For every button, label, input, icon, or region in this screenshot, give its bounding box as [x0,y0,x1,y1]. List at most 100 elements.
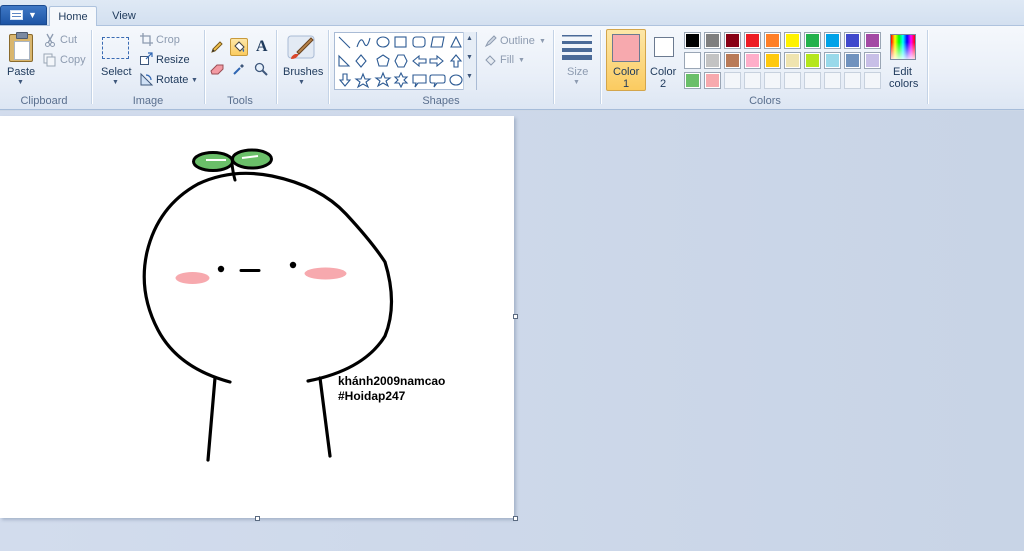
canvas-resize-handle-right[interactable] [513,314,518,319]
palette-swatch[interactable] [804,52,821,69]
palette-swatch-fill [706,74,719,87]
palette-swatch[interactable] [704,52,721,69]
star-four-shape-icon [354,72,372,89]
copy-label: Copy [60,54,86,66]
paste-label: Paste [7,66,36,78]
eraser-icon [210,64,224,75]
palette-swatch[interactable] [864,52,881,69]
palette-swatch-fill [806,54,819,67]
palette-empty-swatch[interactable] [724,72,741,89]
color1-label: Color [613,66,640,78]
palette-empty-swatch[interactable] [744,72,761,89]
palette-swatch-fill [746,54,759,67]
palette-swatch-fill [686,34,699,47]
color2-swatch [654,37,674,57]
palette-empty-swatch[interactable] [764,72,781,89]
palette-swatch-fill [866,54,879,67]
caption-line-hashtag: #Hoidap247 [338,388,406,403]
shapes-group-label: Shapes [422,95,460,107]
palette-empty-swatch[interactable] [784,72,801,89]
outline-brush-icon [484,35,497,48]
chevron-down-icon: ▼ [539,38,546,45]
clipboard-paste-icon [9,32,33,62]
shapes-gallery-scrollbar[interactable]: ▲ ▼ ▼ [463,32,476,90]
colors-group-label: Colors [749,95,781,107]
color2-label: Color [650,66,677,78]
palette-swatch[interactable] [784,32,801,49]
callout-rounded-shape-icon [429,74,446,88]
text-tool[interactable]: A [252,38,270,56]
palette-swatch[interactable] [684,72,701,89]
hexagon-shape-icon [394,54,408,68]
palette-swatch[interactable] [844,32,861,49]
drawing-canvas[interactable]: khánh2009namcao #Hoidap247 [0,116,514,518]
palette-swatch[interactable] [764,32,781,49]
palette-swatch[interactable] [804,32,821,49]
arrow-up-shape-icon [449,54,463,68]
eyedropper-icon [233,64,244,75]
arrow-left-shape-icon [412,54,427,68]
curve-shape-icon [356,37,371,48]
color-picker-tool[interactable] [230,60,248,78]
palette-swatch[interactable] [864,32,881,49]
palette-swatch-fill [726,34,739,47]
fill-tool[interactable] [230,38,248,56]
fill-label: Fill [500,54,515,66]
chevron-down-icon: ▼ [28,10,37,20]
palette-swatch-fill [786,34,799,47]
palette-swatch[interactable] [764,52,781,69]
palette-empty-swatch[interactable] [864,72,881,89]
image-group-label: Image [132,95,164,107]
palette-swatch[interactable] [704,72,721,89]
arrow-right-shape-icon [429,54,444,68]
shapes-gallery[interactable]: ▲ ▼ ▼ [334,32,477,90]
callout-oval-shape-icon [449,74,463,86]
palette-swatch[interactable] [684,32,701,49]
palette-swatch-fill [806,34,819,47]
tab-view[interactable]: View [100,6,148,27]
palette-swatch-fill [766,54,779,67]
triangle-shape-icon [450,35,462,48]
group-separator [553,30,554,104]
palette-empty-swatch[interactable] [824,72,841,89]
edit-colors-label-2: colors [889,78,919,90]
palette-swatch[interactable] [824,32,841,49]
chevron-up-icon: ▲ [466,35,473,42]
canvas-resize-handle-bottom[interactable] [255,516,260,521]
rectangle-shape-icon [394,36,407,48]
color1-button[interactable]: Color 1 [606,29,646,91]
eraser-tool[interactable] [208,60,226,78]
palette-swatch-fill [686,74,699,87]
caption-line-author: khánh2009namcao [338,374,446,388]
crop-icon [140,33,153,46]
magnifier-tool[interactable] [252,60,270,78]
palette-swatch[interactable] [784,52,801,69]
palette-swatch[interactable] [824,52,841,69]
color1-number: 1 [623,78,630,90]
palette-swatch[interactable] [744,52,761,69]
palette-swatch[interactable] [744,32,761,49]
palette-empty-swatch[interactable] [804,72,821,89]
palette-swatch-fill [846,34,859,47]
line-shape-icon [338,36,351,49]
palette-swatch[interactable] [704,32,721,49]
tab-home[interactable]: Home [49,6,97,27]
resize-label: Resize [156,54,190,66]
fill-bucket-icon [485,55,496,66]
canvas-resize-handle-corner[interactable] [513,516,518,521]
star-five-shape-icon [374,71,392,88]
palette-swatch[interactable] [684,52,701,69]
palette-swatch[interactable] [844,52,861,69]
palette-swatch[interactable] [724,52,741,69]
paint-app-menu-button[interactable]: ▼ [0,5,47,25]
right-triangle-shape-icon [338,54,351,67]
palette-swatch-fill [866,34,879,47]
palette-swatch[interactable] [724,32,741,49]
palette-empty-swatch[interactable] [844,72,861,89]
face [175,261,347,284]
ribbon-tab-strip: ▼ Home View [0,0,1024,27]
line-size-icon [562,35,592,60]
pencil-tool[interactable] [208,38,226,56]
group-separator [91,30,92,104]
polygon-shape-icon [430,36,445,48]
